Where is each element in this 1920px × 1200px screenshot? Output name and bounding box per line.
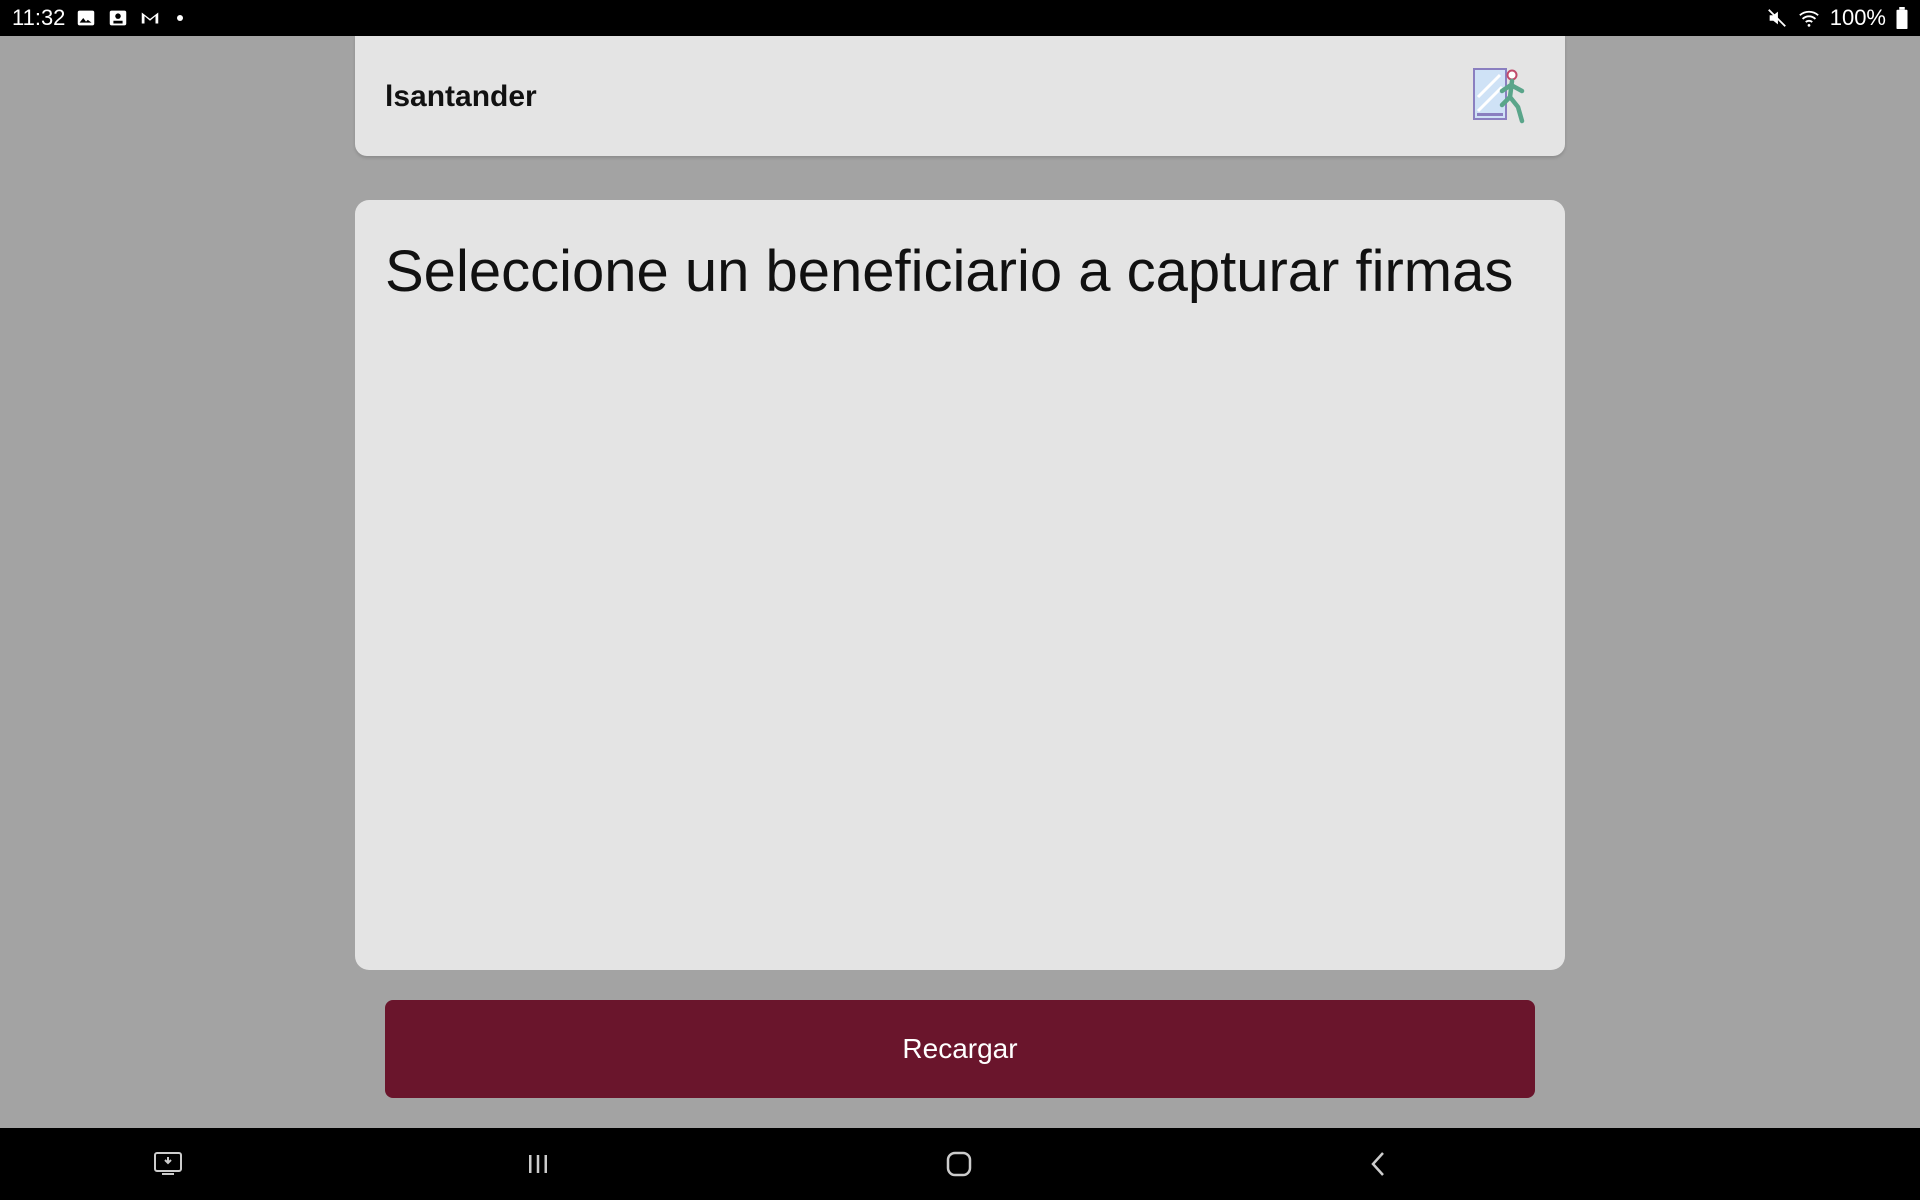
status-bar: 11:32 100% [0,0,1920,36]
mute-icon [1766,7,1788,29]
username-label: lsantander [385,80,537,113]
exit-button[interactable] [1469,65,1535,127]
header-card: lsantander [355,36,1565,156]
select-beneficiary-prompt: Seleccione un beneficiario a capturar fi… [385,239,1514,304]
gallery-icon [75,7,97,29]
battery-percent: 100% [1829,5,1886,30]
screenshot-icon [107,7,129,29]
gmail-icon [139,7,161,29]
beneficiary-panel: Seleccione un beneficiario a capturar fi… [355,200,1565,970]
status-right: 100% [1766,5,1908,31]
status-left: 11:32 [12,5,184,31]
back-icon[interactable] [1359,1144,1399,1184]
navigation-bar [0,1128,1920,1200]
screen-share-icon[interactable] [148,1144,188,1184]
notification-dot-icon [177,15,184,21]
status-time: 11:32 [12,5,66,30]
reload-button[interactable]: Recargar [385,1000,1535,1098]
home-icon[interactable] [939,1144,979,1184]
exit-door-icon [1473,68,1525,124]
battery-icon [1896,7,1908,29]
recent-apps-icon[interactable] [518,1144,558,1184]
wifi-icon [1798,7,1820,29]
